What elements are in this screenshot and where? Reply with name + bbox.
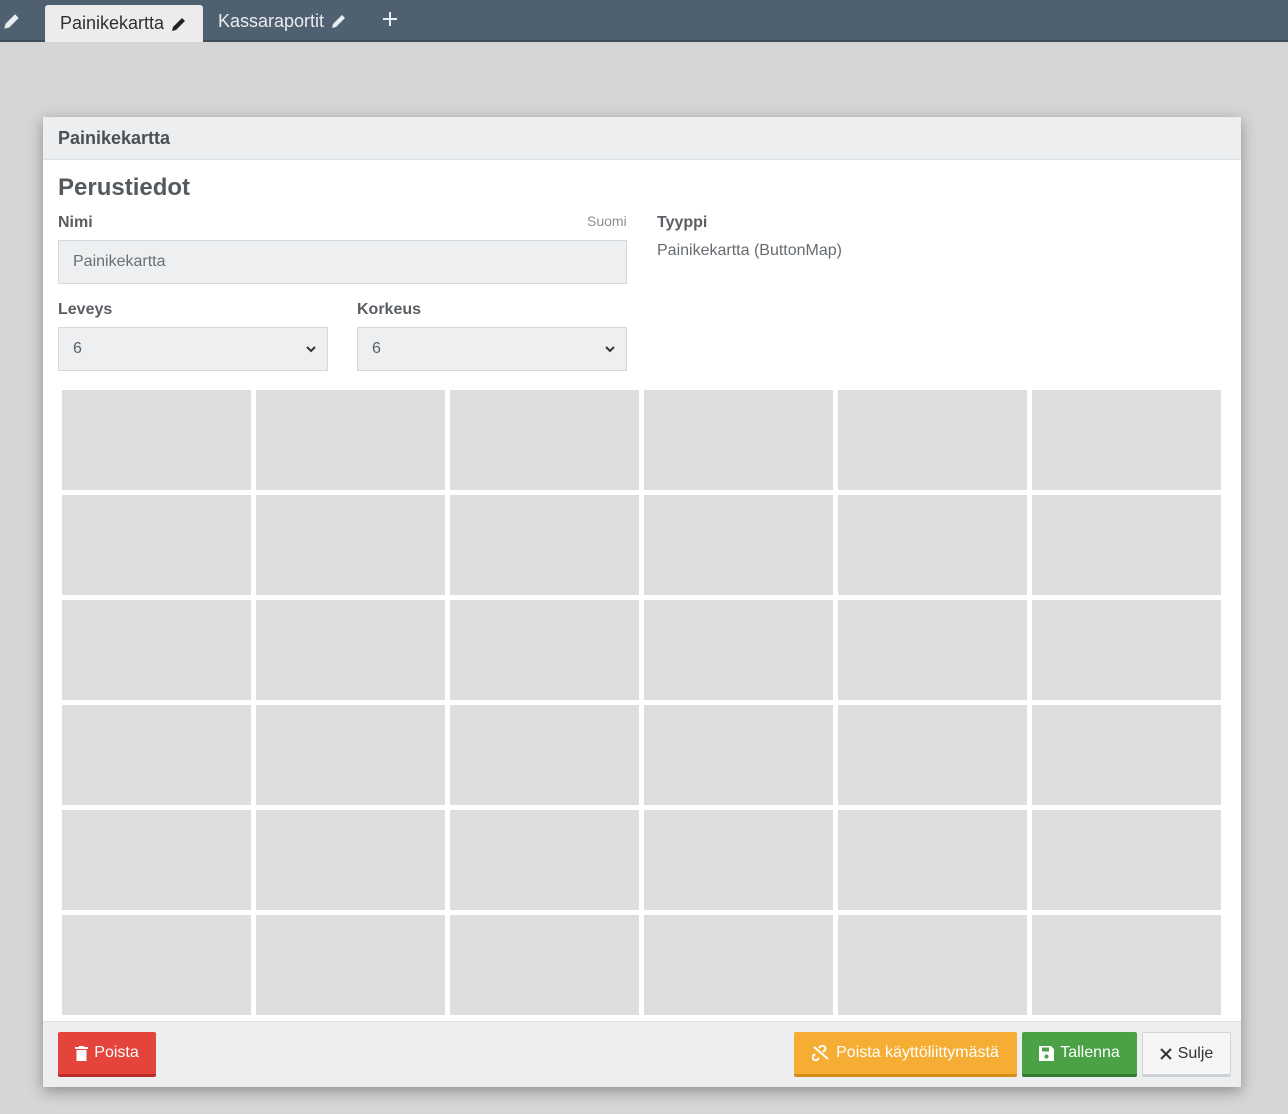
button-map-cell[interactable] — [644, 495, 833, 595]
dialog-title: Painikekartta — [58, 127, 171, 148]
top-tab-bar: t Painikekartta Kassaraportit — [0, 0, 1288, 42]
button-map-cell[interactable] — [1032, 600, 1221, 700]
button-map-cell[interactable] — [838, 915, 1027, 1015]
name-label: Nimi — [58, 214, 93, 231]
name-input-value: Painikekartta — [73, 253, 166, 270]
close-button-label: Sulje — [1177, 1044, 1214, 1062]
pencil-icon[interactable] — [330, 12, 348, 30]
button-map-cell[interactable] — [256, 495, 445, 595]
trash-icon — [75, 1045, 89, 1061]
button-map-cell[interactable] — [62, 915, 251, 1015]
delete-button[interactable]: Poista — [58, 1032, 156, 1077]
dialog-footer: Poista Poista käyttöliittymästä Tallenna… — [43, 1021, 1241, 1087]
plus-icon — [382, 11, 398, 32]
button-map-cell[interactable] — [644, 915, 833, 1015]
button-map-grid — [62, 390, 1222, 1017]
button-map-cell[interactable] — [1032, 495, 1221, 595]
button-map-cell[interactable] — [644, 705, 833, 805]
button-map-cell[interactable] — [256, 390, 445, 490]
chevron-down-icon — [305, 340, 317, 358]
width-label: Leveys — [58, 301, 113, 318]
button-map-cell[interactable] — [62, 390, 251, 490]
chevron-down-icon — [604, 340, 616, 358]
delete-button-label: Poista — [94, 1044, 139, 1061]
button-map-cell[interactable] — [62, 705, 251, 805]
dialog-header: Painikekartta — [43, 117, 1241, 160]
button-map-dialog: Painikekartta Perustiedot Nimi Suomi Pai… — [43, 117, 1241, 1087]
button-map-cell[interactable] — [1032, 390, 1221, 490]
button-map-cell[interactable] — [1032, 915, 1221, 1015]
button-map-cell[interactable] — [644, 810, 833, 910]
tab-second-label: Kassaraportit — [218, 10, 325, 31]
unlink-icon — [812, 1045, 830, 1061]
width-select[interactable]: 6 — [58, 327, 328, 371]
pencil-icon[interactable] — [3, 12, 21, 30]
button-map-cell[interactable] — [256, 600, 445, 700]
button-map-cell[interactable] — [450, 390, 639, 490]
height-select-value: 6 — [372, 340, 381, 357]
height-select[interactable]: 6 — [357, 327, 627, 371]
button-map-cell[interactable] — [450, 705, 639, 805]
save-icon — [1039, 1045, 1055, 1061]
button-map-cell[interactable] — [450, 600, 639, 700]
section-title: Perustiedot — [58, 174, 191, 201]
type-value: Painikekartta (ButtonMap) — [657, 242, 842, 259]
button-map-cell[interactable] — [1032, 810, 1221, 910]
button-map-cell[interactable] — [838, 705, 1027, 805]
tab-active-label: Painikekartta — [60, 13, 165, 33]
button-map-cell[interactable] — [838, 810, 1027, 910]
button-map-cell[interactable] — [450, 495, 639, 595]
button-map-cell[interactable] — [256, 810, 445, 910]
button-map-cell[interactable] — [644, 390, 833, 490]
tab-partial[interactable]: t — [0, 0, 36, 42]
height-label: Korkeus — [357, 301, 422, 318]
button-map-cell[interactable] — [62, 600, 251, 700]
name-input[interactable]: Painikekartta — [58, 240, 627, 284]
pencil-icon[interactable] — [170, 15, 188, 33]
name-language-label[interactable]: Suomi — [587, 213, 627, 229]
width-select-value: 6 — [73, 340, 82, 357]
save-button-label: Tallenna — [1060, 1044, 1120, 1061]
button-map-cell[interactable] — [62, 810, 251, 910]
button-map-cell[interactable] — [62, 495, 251, 595]
remove-from-ui-label: Poista käyttöliittymästä — [836, 1044, 999, 1061]
button-map-cell[interactable] — [256, 915, 445, 1015]
button-map-cell[interactable] — [1032, 705, 1221, 805]
remove-from-ui-button[interactable]: Poista käyttöliittymästä — [794, 1032, 1017, 1077]
tab-kassaraportit[interactable]: Kassaraportit — [218, 0, 348, 42]
close-icon — [1159, 1047, 1172, 1060]
button-map-cell[interactable] — [450, 915, 639, 1015]
button-map-cell[interactable] — [450, 810, 639, 910]
add-tab-button[interactable] — [380, 0, 400, 42]
tab-painikekartta[interactable]: Painikekartta — [45, 5, 203, 42]
button-map-cell[interactable] — [838, 390, 1027, 490]
save-button[interactable]: Tallenna — [1022, 1032, 1137, 1077]
close-button[interactable]: Sulje — [1142, 1032, 1231, 1077]
button-map-cell[interactable] — [644, 600, 833, 700]
button-map-cell[interactable] — [256, 705, 445, 805]
type-label: Tyyppi — [657, 214, 708, 231]
button-map-cell[interactable] — [838, 600, 1027, 700]
button-map-cell[interactable] — [838, 495, 1027, 595]
